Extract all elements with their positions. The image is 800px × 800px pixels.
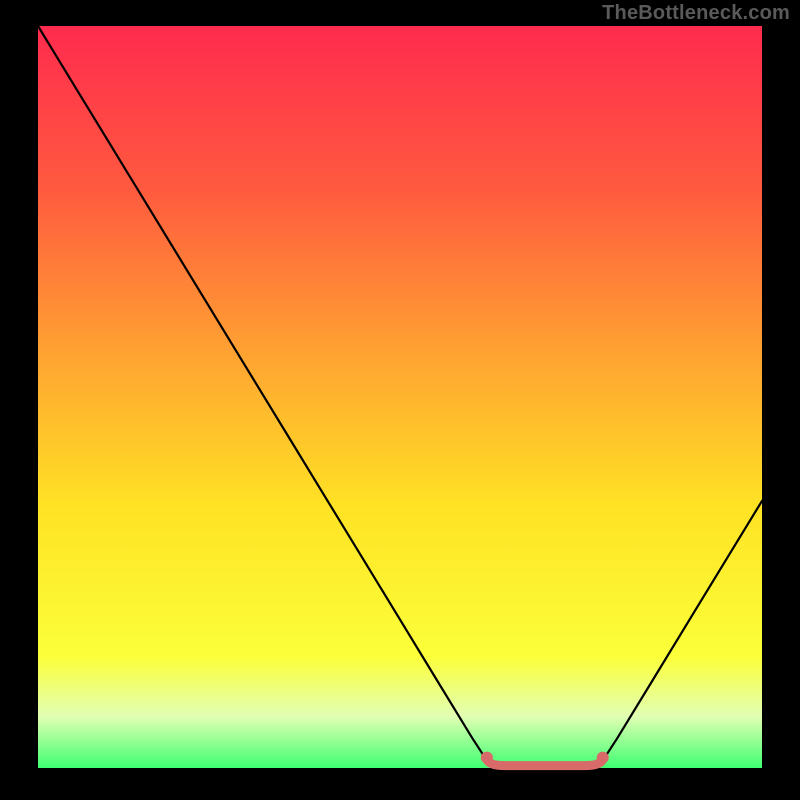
chart-svg [0, 0, 800, 800]
watermark-text: TheBottleneck.com [602, 2, 790, 25]
chart-container: TheBottleneck.com [0, 0, 800, 800]
optimal-range-start-dot [481, 752, 493, 764]
optimal-range-end-dot [597, 752, 609, 764]
plot-area [38, 26, 762, 768]
